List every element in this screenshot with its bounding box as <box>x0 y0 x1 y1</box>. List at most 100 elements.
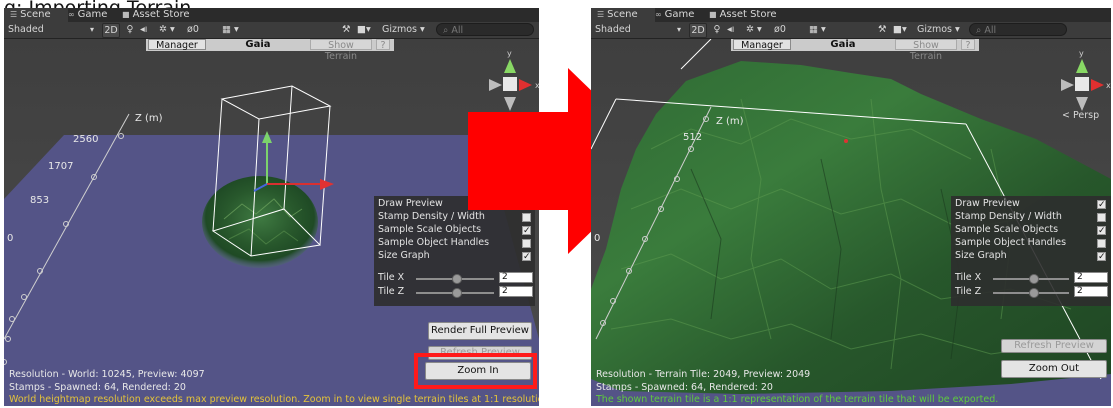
tab-bar: ☰ Scene ∞ Game ■ Asset Store <box>4 8 539 22</box>
render-full-preview-button[interactable]: Render Full Preview <box>428 322 532 340</box>
help-button[interactable]: ? <box>376 39 390 51</box>
camera-icon[interactable]: ■▾ <box>893 23 913 36</box>
zoom-in-button[interactable]: Zoom In <box>425 362 531 380</box>
preview-options-panel: Draw Preview ✓ Stamp Density / Width Sam… <box>951 196 1111 306</box>
slider-handle[interactable] <box>452 274 462 284</box>
tile-z-label: Tile Z <box>955 286 982 297</box>
tile-x-field[interactable]: 2 <box>1074 272 1108 283</box>
grid-icon[interactable]: ▦ ▾ <box>809 23 833 36</box>
zoom-out-button[interactable]: Zoom Out <box>1001 360 1107 378</box>
svg-text:y: y <box>1079 49 1084 58</box>
scene-icon: ☰ <box>10 10 18 19</box>
axis-label: Z (m) <box>716 116 744 127</box>
audio-icon[interactable]: ◂ı <box>140 23 154 36</box>
tools-icon[interactable]: ⚒ <box>342 23 354 36</box>
tab-scene[interactable]: ☰ Scene <box>591 8 655 22</box>
sample-scale-objects-checkbox[interactable]: ✓ <box>1097 226 1106 236</box>
store-icon: ■ <box>709 10 717 19</box>
stamps-info: Stamps - Spawned: 64, Rendered: 20 <box>596 382 773 393</box>
tab-game[interactable]: ∞ Game <box>62 8 113 22</box>
shading-dropdown[interactable]: Shaded ▾ <box>8 23 94 36</box>
tile-z-label: Tile Z <box>378 286 405 297</box>
slider-handle[interactable] <box>452 288 462 298</box>
tab-bar: ☰ Scene ∞ Game ■ Asset Store <box>591 8 1111 22</box>
tab-game[interactable]: ∞ Game <box>649 8 700 22</box>
axis-tick: 853 <box>30 195 50 206</box>
lighting-icon[interactable]: ♀ <box>124 23 136 36</box>
game-controller-icon: ∞ <box>655 10 662 19</box>
manager-button[interactable]: Manager <box>148 39 206 51</box>
tile-x-field[interactable]: 2 <box>499 272 533 283</box>
lighting-icon[interactable]: ♀ <box>711 23 723 36</box>
show-terrain-button[interactable]: Show Terrain <box>895 39 957 62</box>
tab-scene[interactable]: ☰ Scene <box>4 8 68 22</box>
slider-handle[interactable] <box>1029 274 1039 284</box>
gaia-title: Gaia <box>830 39 856 50</box>
tab-asset-store[interactable]: ■ Asset Store <box>116 8 196 22</box>
gizmos-dropdown[interactable]: Gizmos ▾ <box>382 23 428 36</box>
axis-tick: 512 <box>683 132 703 143</box>
scene-viewport[interactable]: y x Manager Gaia Show Terrain ? < Persp … <box>591 39 1111 406</box>
2d-toggle[interactable]: 2D <box>689 23 707 38</box>
effects-icon[interactable]: ✲ ▾ <box>746 23 770 36</box>
tile-z-slider[interactable] <box>416 288 494 298</box>
scene-toolbar: Shaded ▾ 2D ♀ ◂ı ✲ ▾ ø0 ▦ ▾ ⚒ ■▾ Gizmos ▾… <box>591 22 1111 39</box>
hidden-objects-toggle[interactable]: ø0 <box>774 23 804 36</box>
tile-x-label: Tile X <box>378 272 405 283</box>
resolution-info: Resolution - World: 10245, Preview: 4097 <box>9 369 205 380</box>
axis-label: Z (m) <box>135 113 163 124</box>
svg-text:x: x <box>1106 81 1111 90</box>
gaia-header-bar: Manager Gaia Show Terrain ? <box>146 39 394 62</box>
search-input[interactable]: ⌕ All <box>969 23 1067 36</box>
perspective-label[interactable]: < Persp <box>1062 110 1099 121</box>
scene-viewport[interactable]: y x Manager Gaia Show Terrain ? Z (m) 25… <box>4 39 539 406</box>
tile-z-slider[interactable] <box>993 288 1069 298</box>
camera-icon[interactable]: ■▾ <box>357 23 377 36</box>
scene-toolbar: Shaded ▾ 2D ♀ ◂ı ✲ ▾ ø0 ▦ ▾ ⚒ ■▾ Gizmos ▾… <box>4 22 539 39</box>
axis-tick: 0 <box>7 233 14 244</box>
axis-tick: 1707 <box>48 161 74 172</box>
audio-icon[interactable]: ◂ı <box>727 23 741 36</box>
grid-icon[interactable]: ▦ ▾ <box>222 23 246 36</box>
tile-z-field[interactable]: 2 <box>499 286 533 297</box>
2d-toggle[interactable]: 2D <box>102 23 120 38</box>
gizmos-dropdown[interactable]: Gizmos ▾ <box>917 23 963 36</box>
tile-x-label: Tile X <box>955 272 982 283</box>
option-label: Size Graph <box>955 250 1007 261</box>
chevron-down-icon: ▾ <box>89 25 94 34</box>
size-graph-checkbox[interactable]: ✓ <box>1097 252 1106 262</box>
search-icon: ⌕ <box>976 25 982 36</box>
tab-asset-store[interactable]: ■ Asset Store <box>703 8 783 22</box>
tile-z-field[interactable]: 2 <box>1074 286 1108 297</box>
search-input[interactable]: ⌕ All <box>436 23 534 36</box>
game-controller-icon: ∞ <box>68 10 75 19</box>
axis-tick: 0 <box>594 233 601 244</box>
option-label: Draw Preview <box>378 198 443 209</box>
option-label: Stamp Density / Width <box>955 211 1062 222</box>
shading-dropdown[interactable]: Shaded ▾ <box>595 23 681 36</box>
gaia-title: Gaia <box>245 39 271 50</box>
hidden-objects-toggle[interactable]: ø0 <box>187 23 217 36</box>
svg-text:y: y <box>507 49 512 58</box>
option-label: Size Graph <box>378 250 430 261</box>
chevron-down-icon: ▾ <box>676 25 681 34</box>
draw-preview-checkbox[interactable]: ✓ <box>1097 200 1106 210</box>
tools-icon[interactable]: ⚒ <box>878 23 890 36</box>
gaia-header-bar: Manager Gaia Show Terrain ? <box>731 39 979 62</box>
resolution-warning: World heightmap resolution exceeds max p… <box>9 394 539 405</box>
resolution-info: Resolution - Terrain Tile: 2049, Preview… <box>596 369 811 380</box>
effects-icon[interactable]: ✲ ▾ <box>159 23 183 36</box>
option-label: Draw Preview <box>955 198 1020 209</box>
sample-object-handles-checkbox[interactable] <box>1097 239 1106 248</box>
stamp-density-checkbox[interactable] <box>1097 213 1106 222</box>
tile-x-slider[interactable] <box>993 274 1069 284</box>
refresh-preview-button[interactable]: Refresh Preview <box>1001 339 1107 353</box>
export-info-message: The shown terrain tile is a 1:1 represen… <box>596 394 999 405</box>
option-label: Sample Scale Objects <box>955 224 1059 235</box>
help-button[interactable]: ? <box>961 39 975 51</box>
store-icon: ■ <box>122 10 130 19</box>
show-terrain-button[interactable]: Show Terrain <box>310 39 372 62</box>
tile-x-slider[interactable] <box>416 274 494 284</box>
manager-button[interactable]: Manager <box>733 39 791 51</box>
slider-handle[interactable] <box>1029 288 1039 298</box>
